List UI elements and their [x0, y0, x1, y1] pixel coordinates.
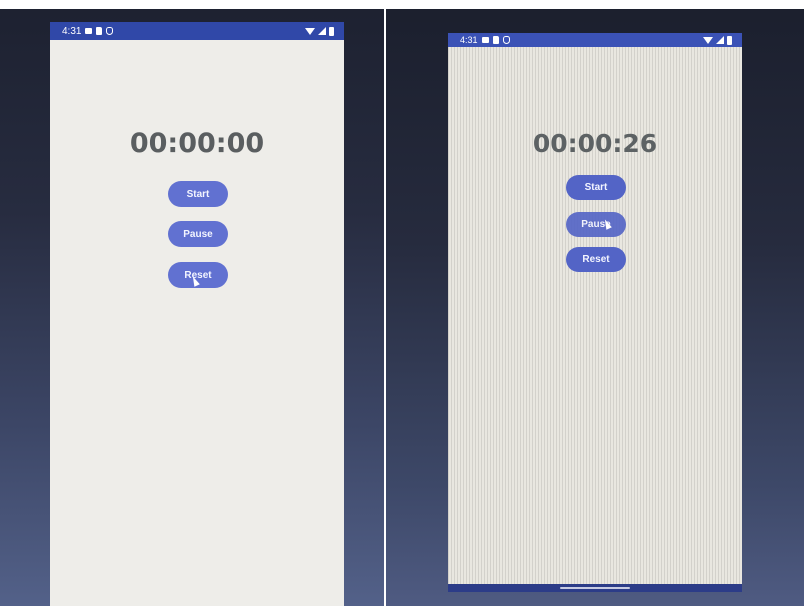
status-bar: 4:31	[50, 22, 344, 40]
signal-icon	[318, 27, 326, 35]
navigation-bar	[448, 584, 742, 592]
shield-icon	[502, 36, 510, 44]
stopwatch-screen-right: 4:31 00:00:26 Start Pause Reset	[448, 33, 742, 592]
sim-card-icon	[96, 27, 103, 35]
photo-divider	[384, 0, 386, 606]
top-border-right	[384, 0, 804, 8]
pause-button[interactable]: Pause	[566, 212, 626, 237]
reset-button[interactable]: Reset	[566, 247, 626, 272]
status-time: 4:31	[62, 25, 82, 37]
status-bar: 4:31	[448, 33, 742, 47]
stopwatch-screen-left: 4:31 00:00:00 Start Pause Reset	[50, 22, 344, 606]
notification-icon	[85, 28, 93, 34]
shield-icon	[106, 27, 114, 35]
battery-icon	[727, 35, 732, 45]
status-time: 4:31	[460, 35, 478, 45]
home-gesture-handle[interactable]	[560, 587, 630, 589]
wifi-icon	[305, 27, 315, 35]
timer-display: 00:00:26	[532, 129, 658, 158]
start-button[interactable]: Start	[168, 181, 228, 207]
timer-display: 00:00:00	[129, 128, 265, 159]
battery-icon	[329, 26, 334, 36]
pause-button[interactable]: Pause	[168, 221, 228, 247]
start-button[interactable]: Start	[566, 175, 626, 200]
notification-icon	[481, 37, 489, 43]
signal-icon	[716, 36, 724, 44]
wifi-icon	[703, 36, 713, 44]
sim-card-icon	[492, 36, 499, 44]
